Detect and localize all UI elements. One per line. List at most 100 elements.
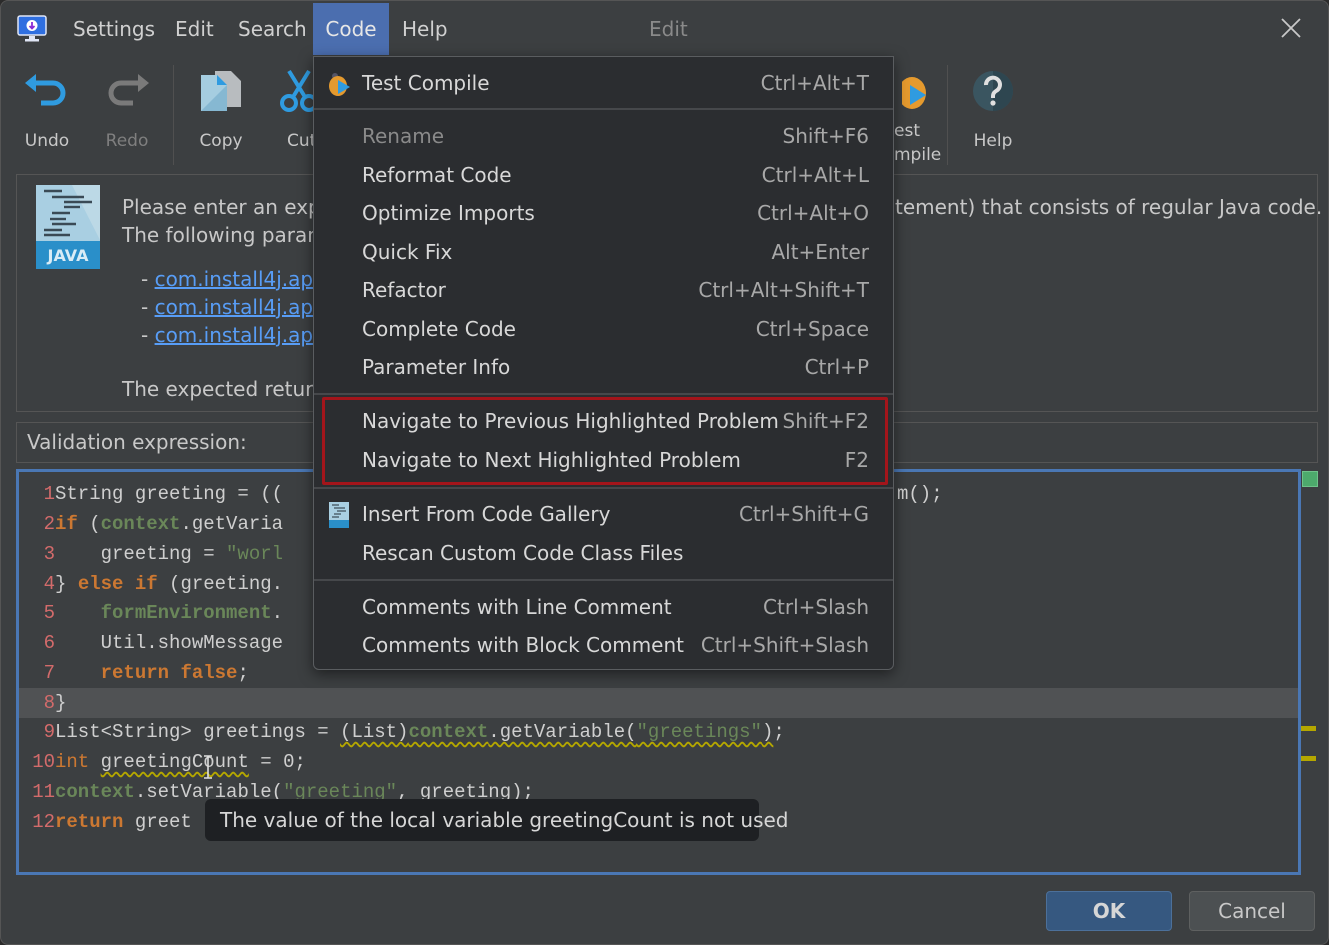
menu-edit[interactable]: Edit <box>163 3 226 55</box>
description-line-1-tail: tement) that consists of regular Java co… <box>895 195 1323 219</box>
menu-item-reformat-code[interactable]: Reformat Code Ctrl+Alt+L <box>314 156 893 194</box>
code-text: List<String> greetings = <box>55 721 341 743</box>
test-compile-icon <box>329 73 350 96</box>
menu-item-rename[interactable]: Rename Shift+F6 <box>314 117 893 155</box>
cancel-button[interactable]: Cancel <box>1189 891 1315 931</box>
menu-item-shortcut: Shift+F6 <box>782 124 869 148</box>
keyword: else if <box>77 573 158 595</box>
code-text: (List) <box>340 721 409 743</box>
menu-item-test-compile[interactable]: Test Compile Ctrl+Alt+T <box>314 64 893 102</box>
menu-item-label: Navigate to Previous Highlighted Problem <box>362 409 779 433</box>
menu-item-quick-fix[interactable]: Quick Fix Alt+Enter <box>314 233 893 271</box>
code-menu-dropdown: Test Compile Ctrl+Alt+T Rename Shift+F6 … <box>313 56 894 670</box>
redo-button[interactable]: Redo <box>87 59 167 167</box>
java-file-icon <box>329 502 349 528</box>
bullet: - <box>141 267 155 291</box>
toolbar-separator <box>173 65 174 165</box>
menu-item-label: Insert From Code Gallery <box>362 502 611 526</box>
warning-marker[interactable] <box>1301 726 1316 731</box>
code-text: (greeting. <box>157 573 284 595</box>
cut-label: Cut <box>287 131 315 151</box>
link-context[interactable]: com.install4j.api.c <box>155 267 336 291</box>
menu-item-complete-code[interactable]: Complete Code Ctrl+Space <box>314 310 893 348</box>
menu-separator <box>314 487 893 489</box>
test-compile-button[interactable]: est mpile <box>894 59 944 167</box>
cut-button[interactable]: Cut <box>259 59 315 167</box>
menu-item-label: Test Compile <box>362 71 490 95</box>
menu-item-label: Reformat Code <box>362 163 512 187</box>
code-text: Util.showMessage <box>55 632 284 654</box>
menu-item-refactor[interactable]: Refactor Ctrl+Alt+Shift+T <box>314 271 893 309</box>
menu-item-shortcut: Shift+F2 <box>782 409 869 433</box>
help-icon <box>973 71 1013 111</box>
help-button[interactable]: Help <box>953 59 1033 167</box>
java-icon-label: JAVA <box>47 246 90 265</box>
warning-span[interactable]: (List)context.getVariable("greetings") <box>340 721 773 743</box>
menu-item-label: Rescan Custom Code Class Files <box>362 541 684 565</box>
inspection-status-icon[interactable] <box>1302 471 1318 487</box>
menu-item-navigate-next-problem[interactable]: Navigate to Next Highlighted Problem F2 <box>314 441 893 479</box>
menu-item-line-comment[interactable]: Comments with Line Comment Ctrl+Slash <box>314 588 893 626</box>
code-text: } <box>55 573 78 595</box>
field: context <box>408 721 489 743</box>
close-icon[interactable] <box>1276 13 1306 43</box>
test-compile-label-line1: est <box>894 121 920 141</box>
cut-icon <box>280 69 315 112</box>
link-screen[interactable]: com.install4j.api.s <box>155 295 336 319</box>
code-text: ; <box>773 721 785 743</box>
description-line-2: The following param <box>122 223 327 247</box>
menu-settings[interactable]: Settings <box>61 3 167 55</box>
error-stripe[interactable] <box>1301 469 1319 875</box>
menu-item-block-comment[interactable]: Comments with Block Comment Ctrl+Shift+S… <box>314 626 893 664</box>
menu-item-label: Rename <box>362 124 445 148</box>
test-compile-icon <box>902 77 926 109</box>
warning-marker[interactable] <box>1301 756 1316 761</box>
menu-item-insert-from-code-gallery[interactable]: Insert From Code Gallery Ctrl+Shift+G <box>314 495 893 533</box>
line-number: 6 <box>43 632 55 654</box>
line-number: 3 <box>43 543 55 565</box>
expected-return-text: The expected return <box>122 377 326 401</box>
bullet: - <box>141 295 155 319</box>
menu-item-rescan-custom-code[interactable]: Rescan Custom Code Class Files <box>314 534 893 572</box>
menu-item-navigate-previous-problem[interactable]: Navigate to Previous Highlighted Problem… <box>314 402 893 440</box>
menu-help[interactable]: Help <box>390 3 460 55</box>
keyword: if <box>55 513 78 535</box>
menu-item-label: Optimize Imports <box>362 201 535 225</box>
line-number: 12 <box>32 811 55 833</box>
string-literal: "greetings" <box>636 721 762 743</box>
toolbar-separator <box>947 65 948 165</box>
code-text: .getVariable( <box>488 721 637 743</box>
menu-item-label: Comments with Block Comment <box>362 633 684 657</box>
keyword: return <box>55 811 124 833</box>
field: context <box>55 781 135 803</box>
menu-search[interactable]: Search <box>226 3 319 55</box>
link-form[interactable]: com.install4j.api.f <box>155 323 332 347</box>
help-label: Help <box>973 131 1013 151</box>
unused-variable-warning[interactable]: greetingCount <box>101 751 249 773</box>
code-text: greeting = <box>55 543 227 565</box>
line-number: 11 <box>32 781 55 803</box>
menu-item-shortcut: Alt+Enter <box>771 240 869 264</box>
menu-item-shortcut: Ctrl+Shift+G <box>738 502 869 526</box>
line-number: 7 <box>43 662 55 684</box>
menu-item-parameter-info[interactable]: Parameter Info Ctrl+P <box>314 348 893 386</box>
menu-item-label: Quick Fix <box>362 240 453 264</box>
ok-button[interactable]: OK <box>1046 891 1172 931</box>
copy-button[interactable]: Copy <box>181 59 261 167</box>
parameter-links: - com.install4j.api.c - com.install4j.ap… <box>141 265 336 349</box>
text-cursor-icon <box>204 755 212 779</box>
code-text: . <box>271 602 284 624</box>
line-number: 4 <box>43 573 55 595</box>
edit-dialog: Settings Edit Search Code Help Edit Undo… <box>0 0 1329 945</box>
undo-icon <box>25 74 66 106</box>
menu-item-shortcut: F2 <box>844 448 869 472</box>
menu-item-label: Complete Code <box>362 317 516 341</box>
menu-code[interactable]: Code <box>313 3 389 55</box>
code-text: ; <box>237 662 249 684</box>
undo-label: Undo <box>24 131 70 151</box>
menu-item-optimize-imports[interactable]: Optimize Imports Ctrl+Alt+O <box>314 194 893 232</box>
menu-item-label: Navigate to Next Highlighted Problem <box>362 448 741 472</box>
undo-button[interactable]: Undo <box>7 59 87 167</box>
